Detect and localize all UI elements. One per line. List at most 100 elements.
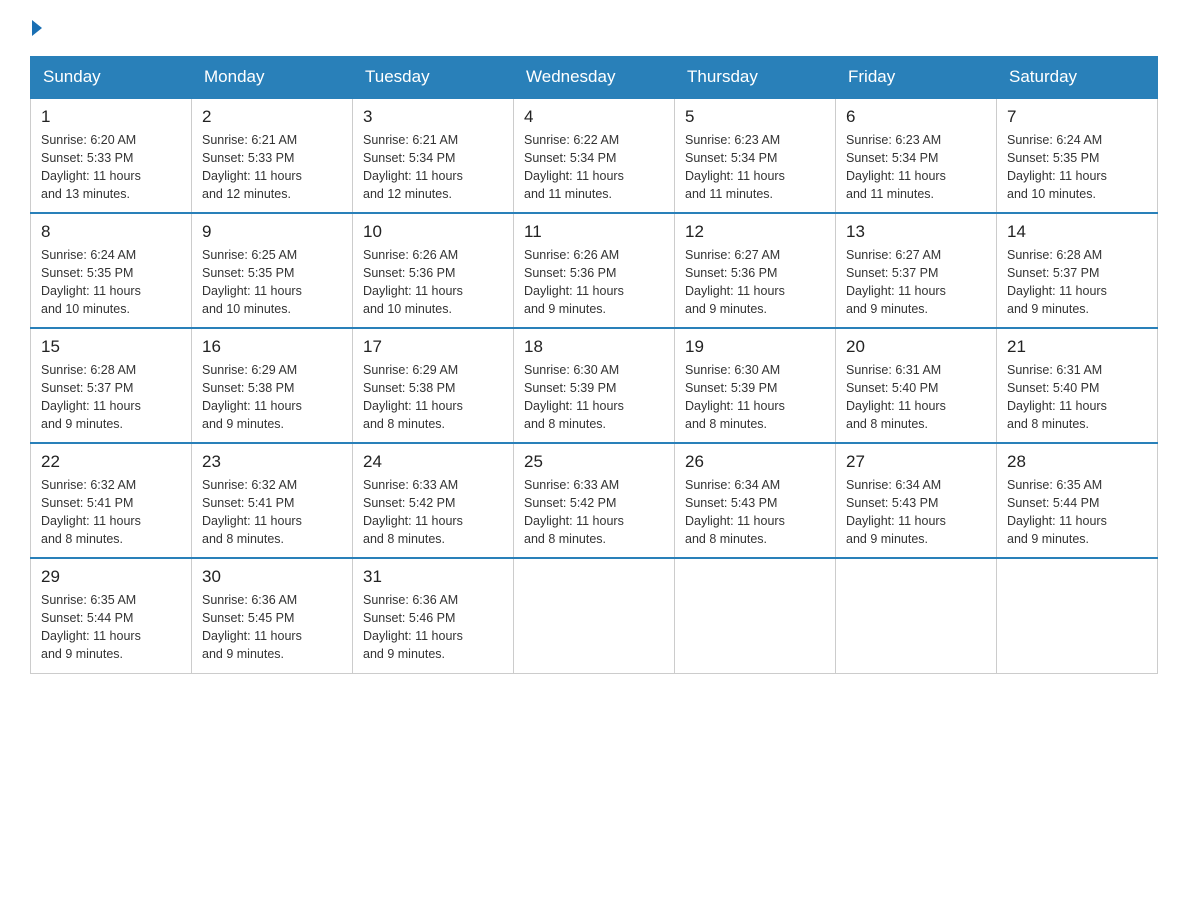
calendar-cell: 25 Sunrise: 6:33 AMSunset: 5:42 PMDaylig… xyxy=(514,443,675,558)
calendar-cell: 27 Sunrise: 6:34 AMSunset: 5:43 PMDaylig… xyxy=(836,443,997,558)
day-info: Sunrise: 6:28 AMSunset: 5:37 PMDaylight:… xyxy=(1007,246,1147,319)
day-info: Sunrise: 6:26 AMSunset: 5:36 PMDaylight:… xyxy=(363,246,503,319)
page-header xyxy=(30,20,1158,36)
weekday-header-sunday: Sunday xyxy=(31,57,192,99)
day-number: 4 xyxy=(524,107,664,127)
day-info: Sunrise: 6:29 AMSunset: 5:38 PMDaylight:… xyxy=(202,361,342,434)
day-info: Sunrise: 6:24 AMSunset: 5:35 PMDaylight:… xyxy=(41,246,181,319)
day-info: Sunrise: 6:27 AMSunset: 5:36 PMDaylight:… xyxy=(685,246,825,319)
day-info: Sunrise: 6:33 AMSunset: 5:42 PMDaylight:… xyxy=(363,476,503,549)
day-number: 23 xyxy=(202,452,342,472)
calendar-cell xyxy=(997,558,1158,673)
day-number: 29 xyxy=(41,567,181,587)
day-number: 3 xyxy=(363,107,503,127)
day-number: 22 xyxy=(41,452,181,472)
logo-arrow-icon xyxy=(32,20,42,36)
day-number: 31 xyxy=(363,567,503,587)
week-row-2: 8 Sunrise: 6:24 AMSunset: 5:35 PMDayligh… xyxy=(31,213,1158,328)
day-info: Sunrise: 6:29 AMSunset: 5:38 PMDaylight:… xyxy=(363,361,503,434)
weekday-header-monday: Monday xyxy=(192,57,353,99)
calendar-cell: 24 Sunrise: 6:33 AMSunset: 5:42 PMDaylig… xyxy=(353,443,514,558)
calendar-cell: 19 Sunrise: 6:30 AMSunset: 5:39 PMDaylig… xyxy=(675,328,836,443)
calendar-cell xyxy=(675,558,836,673)
calendar-cell: 16 Sunrise: 6:29 AMSunset: 5:38 PMDaylig… xyxy=(192,328,353,443)
day-number: 9 xyxy=(202,222,342,242)
calendar-cell: 31 Sunrise: 6:36 AMSunset: 5:46 PMDaylig… xyxy=(353,558,514,673)
day-number: 7 xyxy=(1007,107,1147,127)
day-info: Sunrise: 6:31 AMSunset: 5:40 PMDaylight:… xyxy=(846,361,986,434)
day-info: Sunrise: 6:24 AMSunset: 5:35 PMDaylight:… xyxy=(1007,131,1147,204)
day-info: Sunrise: 6:22 AMSunset: 5:34 PMDaylight:… xyxy=(524,131,664,204)
calendar-cell: 18 Sunrise: 6:30 AMSunset: 5:39 PMDaylig… xyxy=(514,328,675,443)
day-info: Sunrise: 6:34 AMSunset: 5:43 PMDaylight:… xyxy=(846,476,986,549)
calendar-cell: 12 Sunrise: 6:27 AMSunset: 5:36 PMDaylig… xyxy=(675,213,836,328)
calendar-cell: 17 Sunrise: 6:29 AMSunset: 5:38 PMDaylig… xyxy=(353,328,514,443)
calendar-cell: 22 Sunrise: 6:32 AMSunset: 5:41 PMDaylig… xyxy=(31,443,192,558)
day-number: 26 xyxy=(685,452,825,472)
day-number: 20 xyxy=(846,337,986,357)
calendar-cell: 2 Sunrise: 6:21 AMSunset: 5:33 PMDayligh… xyxy=(192,98,353,213)
calendar-cell: 21 Sunrise: 6:31 AMSunset: 5:40 PMDaylig… xyxy=(997,328,1158,443)
day-info: Sunrise: 6:34 AMSunset: 5:43 PMDaylight:… xyxy=(685,476,825,549)
calendar-cell: 15 Sunrise: 6:28 AMSunset: 5:37 PMDaylig… xyxy=(31,328,192,443)
day-number: 5 xyxy=(685,107,825,127)
calendar-cell: 14 Sunrise: 6:28 AMSunset: 5:37 PMDaylig… xyxy=(997,213,1158,328)
weekday-header-row: SundayMondayTuesdayWednesdayThursdayFrid… xyxy=(31,57,1158,99)
day-number: 2 xyxy=(202,107,342,127)
day-info: Sunrise: 6:36 AMSunset: 5:46 PMDaylight:… xyxy=(363,591,503,664)
calendar-cell xyxy=(514,558,675,673)
calendar-cell: 10 Sunrise: 6:26 AMSunset: 5:36 PMDaylig… xyxy=(353,213,514,328)
calendar-cell: 3 Sunrise: 6:21 AMSunset: 5:34 PMDayligh… xyxy=(353,98,514,213)
calendar-cell: 4 Sunrise: 6:22 AMSunset: 5:34 PMDayligh… xyxy=(514,98,675,213)
day-info: Sunrise: 6:20 AMSunset: 5:33 PMDaylight:… xyxy=(41,131,181,204)
day-info: Sunrise: 6:30 AMSunset: 5:39 PMDaylight:… xyxy=(524,361,664,434)
day-number: 16 xyxy=(202,337,342,357)
day-number: 18 xyxy=(524,337,664,357)
week-row-5: 29 Sunrise: 6:35 AMSunset: 5:44 PMDaylig… xyxy=(31,558,1158,673)
day-info: Sunrise: 6:21 AMSunset: 5:33 PMDaylight:… xyxy=(202,131,342,204)
day-number: 8 xyxy=(41,222,181,242)
weekday-header-tuesday: Tuesday xyxy=(353,57,514,99)
day-info: Sunrise: 6:32 AMSunset: 5:41 PMDaylight:… xyxy=(202,476,342,549)
calendar-table: SundayMondayTuesdayWednesdayThursdayFrid… xyxy=(30,56,1158,674)
day-number: 11 xyxy=(524,222,664,242)
day-number: 28 xyxy=(1007,452,1147,472)
day-number: 27 xyxy=(846,452,986,472)
day-number: 21 xyxy=(1007,337,1147,357)
day-info: Sunrise: 6:21 AMSunset: 5:34 PMDaylight:… xyxy=(363,131,503,204)
day-number: 12 xyxy=(685,222,825,242)
week-row-1: 1 Sunrise: 6:20 AMSunset: 5:33 PMDayligh… xyxy=(31,98,1158,213)
day-info: Sunrise: 6:32 AMSunset: 5:41 PMDaylight:… xyxy=(41,476,181,549)
day-number: 10 xyxy=(363,222,503,242)
day-number: 24 xyxy=(363,452,503,472)
day-number: 13 xyxy=(846,222,986,242)
day-info: Sunrise: 6:35 AMSunset: 5:44 PMDaylight:… xyxy=(41,591,181,664)
calendar-cell: 9 Sunrise: 6:25 AMSunset: 5:35 PMDayligh… xyxy=(192,213,353,328)
week-row-4: 22 Sunrise: 6:32 AMSunset: 5:41 PMDaylig… xyxy=(31,443,1158,558)
weekday-header-friday: Friday xyxy=(836,57,997,99)
calendar-cell: 30 Sunrise: 6:36 AMSunset: 5:45 PMDaylig… xyxy=(192,558,353,673)
day-info: Sunrise: 6:33 AMSunset: 5:42 PMDaylight:… xyxy=(524,476,664,549)
day-info: Sunrise: 6:35 AMSunset: 5:44 PMDaylight:… xyxy=(1007,476,1147,549)
calendar-cell xyxy=(836,558,997,673)
calendar-cell: 6 Sunrise: 6:23 AMSunset: 5:34 PMDayligh… xyxy=(836,98,997,213)
calendar-cell: 26 Sunrise: 6:34 AMSunset: 5:43 PMDaylig… xyxy=(675,443,836,558)
calendar-cell: 13 Sunrise: 6:27 AMSunset: 5:37 PMDaylig… xyxy=(836,213,997,328)
day-number: 19 xyxy=(685,337,825,357)
day-number: 15 xyxy=(41,337,181,357)
day-info: Sunrise: 6:30 AMSunset: 5:39 PMDaylight:… xyxy=(685,361,825,434)
calendar-cell: 7 Sunrise: 6:24 AMSunset: 5:35 PMDayligh… xyxy=(997,98,1158,213)
day-number: 25 xyxy=(524,452,664,472)
week-row-3: 15 Sunrise: 6:28 AMSunset: 5:37 PMDaylig… xyxy=(31,328,1158,443)
day-info: Sunrise: 6:23 AMSunset: 5:34 PMDaylight:… xyxy=(685,131,825,204)
calendar-cell: 29 Sunrise: 6:35 AMSunset: 5:44 PMDaylig… xyxy=(31,558,192,673)
calendar-cell: 28 Sunrise: 6:35 AMSunset: 5:44 PMDaylig… xyxy=(997,443,1158,558)
calendar-cell: 11 Sunrise: 6:26 AMSunset: 5:36 PMDaylig… xyxy=(514,213,675,328)
weekday-header-saturday: Saturday xyxy=(997,57,1158,99)
weekday-header-wednesday: Wednesday xyxy=(514,57,675,99)
day-number: 17 xyxy=(363,337,503,357)
calendar-cell: 23 Sunrise: 6:32 AMSunset: 5:41 PMDaylig… xyxy=(192,443,353,558)
day-number: 6 xyxy=(846,107,986,127)
day-number: 30 xyxy=(202,567,342,587)
logo xyxy=(30,20,42,36)
